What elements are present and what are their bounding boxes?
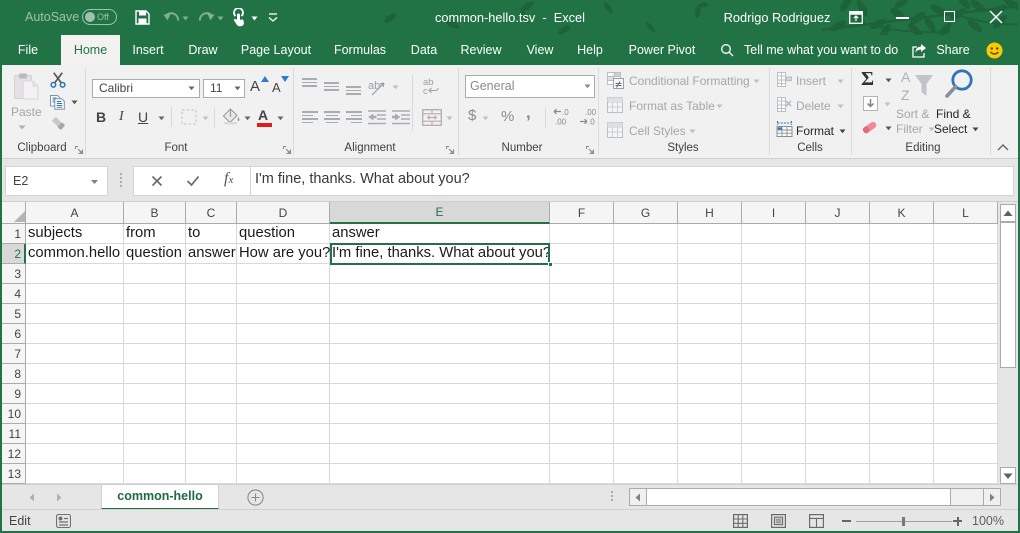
svg-text:.00: .00 xyxy=(555,118,567,127)
svg-text:A: A xyxy=(901,69,911,85)
svg-text:.0: .0 xyxy=(562,108,569,117)
svg-text:.00: .00 xyxy=(585,108,597,117)
svg-text:Z: Z xyxy=(901,87,910,103)
svg-text:c: c xyxy=(423,86,428,96)
svg-text:.0: .0 xyxy=(588,118,595,127)
svg-text:ab: ab xyxy=(368,80,380,92)
